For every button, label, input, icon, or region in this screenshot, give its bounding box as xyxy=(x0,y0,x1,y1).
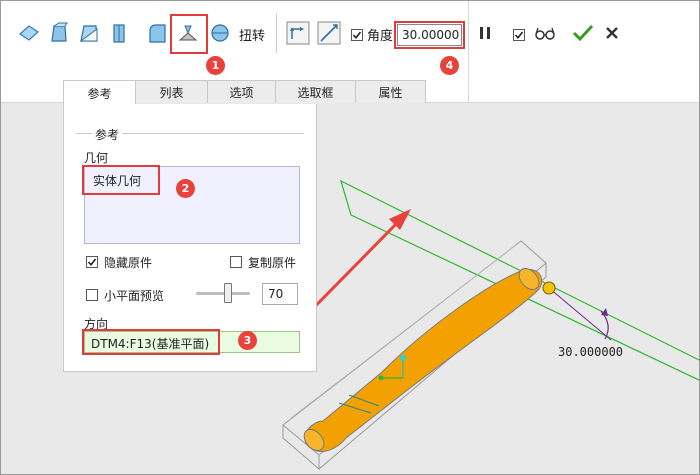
flip-direction-icon xyxy=(286,21,309,45)
tab-bar: 参考 列表 选项 选取框 属性 xyxy=(63,80,426,105)
solid-icon xyxy=(50,22,68,42)
small-plane-preview-label: 小平面预览 xyxy=(104,289,165,303)
reference-group-title: 参考 xyxy=(92,126,123,143)
angle-dimension-line xyxy=(548,287,612,341)
small-plane-preview-checkbox[interactable] xyxy=(86,289,98,301)
direction-collector[interactable]: DTM4:F13(基准平面) xyxy=(84,331,300,353)
diagonal-icon xyxy=(317,21,340,45)
corner-icon xyxy=(148,24,166,43)
cancel-button[interactable] xyxy=(598,18,625,48)
thicken-button[interactable] xyxy=(105,18,132,48)
geometry-collector[interactable]: 实体几何 xyxy=(84,166,300,244)
angle-checkbox[interactable] xyxy=(351,29,363,41)
toolbar-separator-right xyxy=(468,1,469,103)
draft-icon xyxy=(178,25,197,41)
preview-slider-thumb[interactable] xyxy=(224,283,232,303)
flip-direction-button[interactable] xyxy=(284,18,311,48)
reference-panel: 参考 几何 实体几何 隐藏原件 复制原件 小平面预览 70 方向 DTM4:F1… xyxy=(63,104,317,372)
surface-icon xyxy=(18,25,39,41)
direction-label: 方向 xyxy=(84,317,109,331)
geometry-value[interactable]: 实体几何 xyxy=(93,172,141,189)
thicken-icon xyxy=(112,24,125,43)
angle-label: 角度 xyxy=(367,29,394,44)
angle-annotation: 30.000000 xyxy=(558,345,623,359)
orange-solid-part xyxy=(304,269,543,452)
confirm-button[interactable] xyxy=(569,18,596,48)
tab-properties[interactable]: 属性 xyxy=(355,80,426,104)
callout-2: 2 xyxy=(176,179,195,198)
copy-original-label: 复制原件 xyxy=(248,256,297,270)
preview-button[interactable] xyxy=(531,18,558,48)
toolbar-separator xyxy=(276,13,277,53)
slice-icon xyxy=(79,25,98,42)
tab-reference[interactable]: 参考 xyxy=(63,80,136,105)
preview-slider-track[interactable] xyxy=(196,292,250,295)
slice-button[interactable] xyxy=(75,18,102,48)
pause-icon xyxy=(479,27,490,39)
solid-button[interactable] xyxy=(45,18,72,48)
cancel-icon xyxy=(605,27,618,39)
round-solid-button[interactable] xyxy=(206,18,233,48)
callout-3: 3 xyxy=(238,331,257,350)
application-window: 扭转 角度 30.00000 1 4 参考 列表 选项 选取框 属性 30.00… xyxy=(0,0,700,475)
diagonal-button[interactable] xyxy=(315,18,342,48)
callout-1: 1 xyxy=(206,56,225,75)
checkmark-icon xyxy=(352,31,362,40)
angle-input[interactable]: 30.00000 xyxy=(397,24,462,46)
checkmark-icon xyxy=(87,258,97,267)
drag-handle[interactable] xyxy=(542,281,556,295)
tab-selection-box[interactable]: 选取框 xyxy=(275,80,356,104)
checkmark-icon xyxy=(514,31,524,40)
geometry-label: 几何 xyxy=(84,151,109,165)
confirm-icon xyxy=(572,24,593,42)
direction-value[interactable]: DTM4:F13(基准平面) xyxy=(91,335,209,352)
hide-original-checkbox[interactable] xyxy=(86,256,98,268)
copy-original-checkbox[interactable] xyxy=(230,256,242,268)
corner-button[interactable] xyxy=(143,18,170,48)
preview-value-field[interactable]: 70 xyxy=(262,283,298,305)
tab-options[interactable]: 选项 xyxy=(207,80,276,104)
surface-button[interactable] xyxy=(15,18,42,48)
dashboard-toolbar: 扭转 角度 30.00000 1 4 参考 列表 选项 选取框 属性 xyxy=(1,1,699,105)
round-solid-icon xyxy=(210,24,229,42)
csys-point xyxy=(400,355,406,361)
callout-4: 4 xyxy=(440,56,459,75)
tab-list[interactable]: 列表 xyxy=(135,80,208,104)
preview-checkbox[interactable] xyxy=(513,29,525,41)
preview-glasses-icon xyxy=(534,27,555,40)
draft-button[interactable] xyxy=(174,18,201,48)
pause-button[interactable] xyxy=(471,18,498,48)
hide-original-label: 隐藏原件 xyxy=(104,256,153,270)
twist-label[interactable]: 扭转 xyxy=(239,25,265,44)
